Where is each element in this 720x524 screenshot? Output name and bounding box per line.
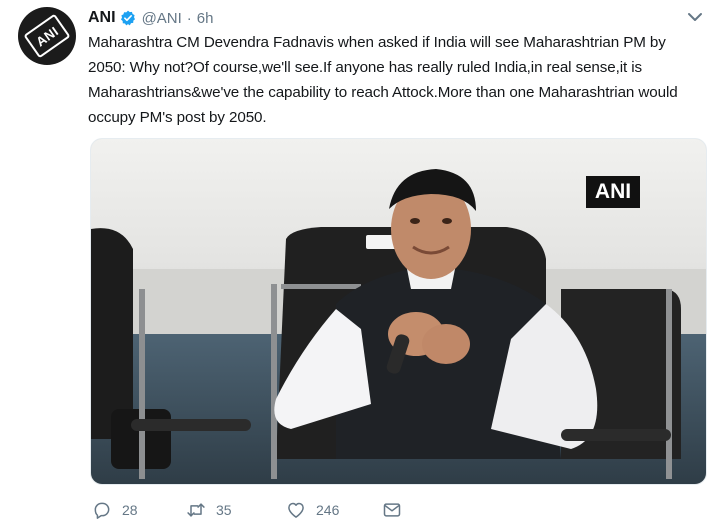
avatar[interactable]: ANI [18, 7, 76, 65]
reply-button[interactable]: 28 [92, 500, 138, 520]
media-watermark: ANI [586, 176, 640, 208]
reply-count: 28 [122, 502, 138, 518]
envelope-icon [383, 503, 401, 517]
reply-icon [94, 502, 110, 519]
ani-logo-icon: ANI [23, 13, 71, 59]
like-count: 246 [316, 502, 340, 518]
tweet-timestamp[interactable]: 6h [197, 10, 214, 27]
heart-icon [288, 502, 304, 518]
retweet-icon [187, 503, 205, 517]
header-separator: · [186, 9, 192, 27]
tweet-actions: 28 35 246 [90, 500, 510, 524]
verified-badge-icon [120, 10, 135, 26]
tweet-media-image[interactable]: ANI [90, 138, 707, 485]
chevron-down-icon[interactable] [686, 10, 704, 24]
direct-message-button[interactable] [382, 500, 412, 520]
avatar-logo-text: ANI [32, 23, 62, 49]
tweet-card[interactable]: ANI ANI @ANI · 6h Maharashtra CM Devendr… [0, 0, 720, 524]
tweet-text: Maharashtra CM Devendra Fadnavis when as… [88, 34, 678, 126]
author-name[interactable]: ANI [88, 9, 116, 27]
like-button[interactable]: 246 [286, 500, 339, 520]
retweet-button[interactable]: 35 [186, 500, 232, 520]
tweet-header: ANI @ANI · 6h [88, 8, 213, 28]
author-handle[interactable]: @ANI [142, 10, 182, 27]
retweet-count: 35 [216, 502, 232, 518]
